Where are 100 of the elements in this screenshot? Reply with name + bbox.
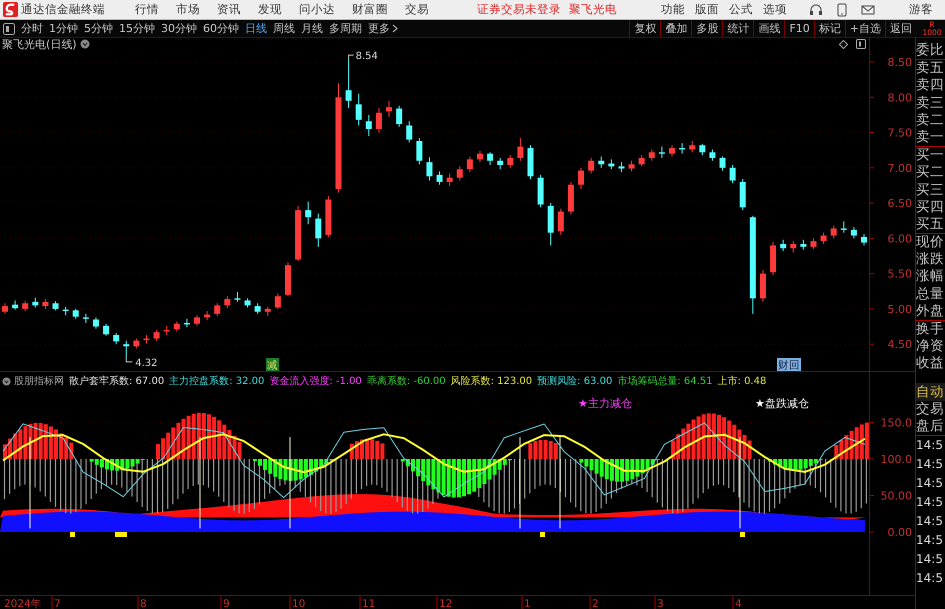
quote-label: 外盘 xyxy=(916,302,945,321)
candlestick xyxy=(810,238,816,250)
quote-label: 卖三 xyxy=(916,94,945,112)
menu-item[interactable]: 交易 xyxy=(405,2,429,17)
candlestick xyxy=(2,302,8,314)
candlestick xyxy=(487,152,494,166)
price-tick-label: 6.00 xyxy=(888,232,912,246)
menu-item[interactable]: 行情 xyxy=(135,2,159,17)
leader-line xyxy=(126,356,133,362)
candlestick xyxy=(154,330,160,342)
candlestick xyxy=(52,300,59,311)
menu-item[interactable]: 市场 xyxy=(176,2,200,17)
candlestick xyxy=(315,213,322,248)
toolbar-button[interactable]: 标记 xyxy=(814,20,845,37)
indicator-value: 资金流入强度: -1.00 xyxy=(269,374,362,388)
candlestick xyxy=(830,225,837,239)
quote-label: 委比 xyxy=(916,42,945,60)
period-tab[interactable]: 30分钟 xyxy=(161,21,197,36)
price-tick-label: 4.50 xyxy=(888,338,912,352)
chart-title: 聚飞光电(日线) xyxy=(2,36,77,52)
toolbar-button[interactable]: 画线 xyxy=(753,20,784,37)
period-tab[interactable]: 15分钟 xyxy=(119,21,155,36)
period-tab[interactable]: 周线 xyxy=(273,21,295,36)
quote-label: 卖一 xyxy=(916,128,945,148)
date-axis-label: 4 xyxy=(735,598,742,609)
period-tab[interactable]: 分时 xyxy=(21,21,43,36)
low-price-label: 4.32 xyxy=(135,358,158,369)
indicator-value: 主力控盘系数: 32.00 xyxy=(169,374,264,388)
price-tick-label: 7.50 xyxy=(888,126,912,140)
period-tab[interactable]: 多周期 xyxy=(329,21,362,36)
menu-item[interactable]: 资讯 xyxy=(217,2,241,17)
more-button[interactable]: 更多 xyxy=(368,21,398,36)
candlestick xyxy=(72,308,79,320)
menu-item[interactable]: 发现 xyxy=(258,2,282,17)
trade-time: 14:5 xyxy=(916,474,944,492)
event-marker[interactable]: 财回 xyxy=(777,358,801,371)
candlestick xyxy=(780,239,786,252)
dropdown-icon[interactable] xyxy=(2,376,11,386)
signal-label: ★主力减仓 xyxy=(578,397,632,410)
value-tick-label: 50.00 xyxy=(880,490,912,502)
diamond-icon[interactable] xyxy=(839,40,848,48)
toolbar-button[interactable]: 复权 xyxy=(629,20,660,37)
candlestick xyxy=(507,154,514,168)
candlestick xyxy=(396,105,402,128)
period-tab[interactable]: 60分钟 xyxy=(203,21,239,36)
toolbar-button[interactable]: 返回 xyxy=(885,20,916,37)
panel-tab[interactable]: 盘后 xyxy=(916,418,945,436)
candlestick xyxy=(204,310,210,321)
quote-label: 买四 xyxy=(916,198,945,216)
event-marker[interactable]: 减 xyxy=(266,358,279,371)
mode-label[interactable]: 自动 xyxy=(916,382,945,401)
date-axis-label: 9 xyxy=(223,598,230,609)
toolbar-button[interactable]: F10 xyxy=(784,20,814,37)
panel-icon[interactable] xyxy=(3,22,15,34)
dropdown-icon[interactable] xyxy=(80,39,90,49)
indicator-name[interactable]: 股朋指标网 xyxy=(14,374,64,388)
price-tick-label: 5.00 xyxy=(888,302,912,316)
price-tick-label: 8.00 xyxy=(888,91,912,104)
quote-label: 买二 xyxy=(916,164,945,182)
candlestick xyxy=(103,323,110,336)
indicator-value: 市场筹码总量: 64.51 xyxy=(617,374,713,388)
candlestick xyxy=(274,292,281,310)
toolbar-button[interactable]: 多股 xyxy=(691,20,722,37)
candlestick xyxy=(416,138,422,165)
panel-tab[interactable]: 交易 xyxy=(916,400,945,418)
menu-item[interactable]: 公式 xyxy=(729,2,753,17)
period-tab[interactable]: 1分钟 xyxy=(49,21,78,36)
menu-item[interactable]: 问小达 xyxy=(299,2,335,17)
panel-icon[interactable] xyxy=(856,39,866,49)
candlestick xyxy=(356,93,362,126)
user-label[interactable]: 游客 xyxy=(909,2,933,17)
login-status[interactable]: 证券交易未登录 xyxy=(477,2,561,17)
app-title: 通达信金融终端 xyxy=(21,2,105,17)
menu-item[interactable]: 功能 xyxy=(661,2,685,17)
toolbar-button[interactable]: 统计 xyxy=(722,20,754,37)
menu-item[interactable]: 选项 xyxy=(763,2,787,17)
menu-item[interactable]: 版面 xyxy=(695,2,719,17)
mail-icon[interactable] xyxy=(861,2,875,16)
period-tab[interactable]: 日线 xyxy=(245,21,267,36)
candlestick xyxy=(12,300,18,310)
candlestick xyxy=(689,140,696,153)
candlestick xyxy=(709,148,716,162)
headset-icon[interactable] xyxy=(809,2,823,16)
candlestick xyxy=(366,114,372,137)
candlestick xyxy=(840,220,847,234)
candlestick xyxy=(466,156,473,173)
candlestick xyxy=(578,167,584,190)
period-tab[interactable]: 月线 xyxy=(301,21,323,36)
toolbar-button[interactable]: 叠加 xyxy=(660,20,692,37)
candlestick xyxy=(598,156,604,168)
toolbar-button[interactable]: +自选 xyxy=(844,20,885,37)
period-tab[interactable]: 5分钟 xyxy=(84,21,113,36)
candlestick xyxy=(386,100,392,118)
date-axis-label: 2024年 xyxy=(4,598,42,609)
menu-item[interactable]: 财富圈 xyxy=(352,2,388,17)
high-price-label: 8.54 xyxy=(356,51,378,62)
stock-name: 聚飞光电 xyxy=(569,2,617,17)
candlestick xyxy=(305,201,312,225)
phone-icon[interactable] xyxy=(835,2,849,16)
candlestick xyxy=(244,298,251,308)
